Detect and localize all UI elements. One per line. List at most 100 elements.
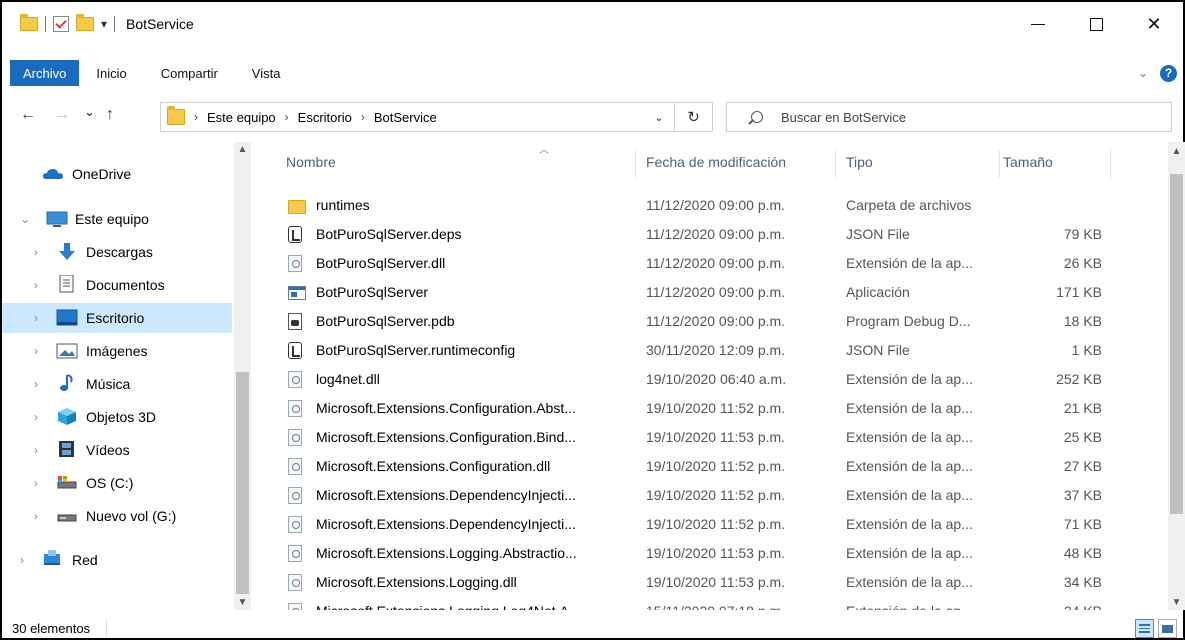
status-bar: 30 elementos — [2, 616, 1183, 640]
column-header-type[interactable]: Tipo — [846, 154, 873, 170]
file-row[interactable]: Microsoft.Extensions.Logging.Abstractio.… — [262, 540, 1168, 569]
file-row[interactable]: Microsoft.Extensions.Logging.dll 19/10/20… — [262, 569, 1168, 598]
nav-item-descargas[interactable]: › Descargas — [2, 237, 232, 267]
file-name: Microsoft.Extensions.DependencyInjecti..… — [316, 516, 576, 532]
address-bar-controls: ⌄ ↻ — [644, 103, 712, 131]
expand-chevron-icon[interactable]: › — [34, 443, 38, 457]
forward-arrow-icon[interactable]: → — [54, 106, 70, 124]
file-row[interactable]: Microsoft.Extensions.Configuration.dll 19… — [262, 453, 1168, 482]
nav-item-objetos-3d[interactable]: › Objetos 3D — [2, 402, 232, 432]
folder-icon — [288, 200, 306, 214]
refresh-icon[interactable]: ↻ — [674, 103, 712, 131]
file-date-modified: 19/10/2020 11:53 p.m. — [646, 545, 786, 561]
navigation-pane: OneDrive ⌄ Este equipo › Descargas › Doc… — [2, 142, 251, 610]
expand-chevron-icon[interactable]: › — [34, 278, 38, 292]
scrollbar-thumb[interactable] — [1170, 174, 1183, 514]
file-name: Microsoft.Extensions.Configuration.Bind.… — [316, 429, 576, 445]
details-view-button[interactable] — [1135, 619, 1154, 638]
file-size: 27 KB — [1063, 458, 1102, 474]
network-icon — [44, 550, 60, 565]
scroll-down-icon[interactable]: ▼ — [234, 597, 251, 608]
close-button[interactable]: ✕ — [1125, 2, 1183, 46]
expand-chevron-icon[interactable]: › — [34, 410, 38, 424]
search-input[interactable]: Buscar en BotService — [726, 102, 1172, 132]
file-row[interactable]: BotPuroSqlServer.runtimeconfig 30/11/2020… — [262, 337, 1168, 366]
file-list-scrollbar[interactable]: ▲ ▼ — [1168, 142, 1185, 610]
scrollbar-thumb[interactable] — [236, 372, 249, 594]
tab-vista[interactable]: Vista — [235, 60, 298, 86]
file-row[interactable]: Microsoft.Extensions.Logging.Log4Net.A..… — [262, 598, 1168, 610]
large-icons-view-button[interactable] — [1158, 619, 1177, 638]
expand-chevron-icon[interactable]: › — [34, 344, 38, 358]
expand-chevron-icon[interactable]: › — [34, 476, 38, 490]
nav-pane-scrollbar[interactable]: ▲ ▼ — [234, 142, 251, 610]
properties-icon[interactable] — [53, 16, 69, 32]
search-placeholder: Buscar en BotService — [781, 109, 907, 125]
file-row[interactable]: Microsoft.Extensions.Configuration.Bind.… — [262, 424, 1168, 453]
file-row[interactable]: BotPuroSqlServer.pdb 11/12/2020 09:00 p.m… — [262, 308, 1168, 337]
breadcrumb-escritorio[interactable]: Escritorio — [298, 110, 352, 125]
collapse-chevron-icon[interactable]: ⌄ — [20, 212, 30, 226]
details-view-icon — [1139, 624, 1150, 633]
tab-compartir[interactable]: Compartir — [144, 60, 235, 86]
file-row[interactable]: log4net.dll 19/10/2020 06:40 a.m. Extensió… — [262, 366, 1168, 395]
expand-ribbon-icon[interactable]: ⌄ — [1138, 66, 1148, 80]
expand-chevron-icon[interactable]: › — [34, 509, 38, 523]
column-header-size[interactable]: Tamaño — [1003, 154, 1053, 170]
new-folder-icon[interactable] — [76, 14, 94, 31]
file-row[interactable]: Microsoft.Extensions.Configuration.Abst.… — [262, 395, 1168, 424]
file-row[interactable]: BotPuroSqlServer.dll 11/12/2020 09:00 p.m… — [262, 250, 1168, 279]
help-icon[interactable]: ? — [1160, 64, 1177, 82]
column-divider[interactable] — [999, 150, 1000, 178]
file-row[interactable]: Microsoft.Extensions.DependencyInjecti..… — [262, 511, 1168, 540]
file-date-modified: 19/10/2020 06:40 a.m. — [646, 371, 787, 387]
address-history-dropdown-icon[interactable]: ⌄ — [644, 111, 674, 124]
file-row[interactable]: runtimes 11/12/2020 09:00 p.m. Carpeta de … — [262, 192, 1168, 221]
nav-item-imagenes[interactable]: › Imágenes — [2, 336, 232, 366]
column-divider[interactable] — [835, 150, 836, 178]
nav-item-musica[interactable]: › Música — [2, 369, 232, 399]
customize-toolbar-dropdown-icon[interactable]: ▾ — [101, 17, 107, 31]
maximize-button[interactable] — [1067, 2, 1125, 46]
nav-item-videos[interactable]: › Vídeos — [2, 435, 232, 465]
scroll-up-icon[interactable]: ▲ — [234, 144, 251, 155]
scroll-up-icon[interactable]: ▲ — [1168, 146, 1185, 157]
file-name: Microsoft.Extensions.Logging.Log4Net.A..… — [316, 603, 581, 610]
expand-chevron-icon[interactable]: › — [34, 377, 38, 391]
nav-item-documentos[interactable]: › Documentos — [2, 270, 232, 300]
nav-item-este-equipo[interactable]: ⌄ Este equipo — [2, 204, 232, 234]
file-date-modified: 19/10/2020 11:52 p.m. — [646, 516, 786, 532]
nav-item-onedrive[interactable]: OneDrive — [2, 159, 232, 189]
json-file-icon — [288, 342, 302, 359]
column-header-date[interactable]: Fecha de modificación — [646, 154, 786, 170]
recent-locations-icon[interactable]: ⌄ — [84, 104, 95, 120]
expand-chevron-icon[interactable]: › — [20, 553, 24, 567]
nav-item-nuevo-vol-g[interactable]: › Nuevo vol (G:) — [2, 501, 232, 531]
file-row[interactable]: Microsoft.Extensions.DependencyInjecti..… — [262, 482, 1168, 511]
nav-item-red[interactable]: › Red — [2, 545, 232, 575]
nav-item-label: Música — [86, 376, 131, 392]
column-divider[interactable] — [1110, 150, 1111, 178]
file-date-modified: 19/10/2020 11:53 p.m. — [646, 429, 786, 445]
file-size: 21 KB — [1063, 400, 1102, 416]
file-type: Extensión de la ap... — [846, 603, 973, 610]
file-row[interactable]: BotPuroSqlServer.deps 11/12/2020 09:00 p.… — [262, 221, 1168, 250]
expand-chevron-icon[interactable]: › — [34, 245, 38, 259]
dll-file-icon — [288, 603, 302, 610]
minimize-button[interactable] — [1009, 2, 1067, 46]
back-arrow-icon[interactable]: ← — [20, 106, 36, 124]
file-row[interactable]: BotPuroSqlServer 11/12/2020 09:00 p.m. Apl… — [262, 279, 1168, 308]
nav-item-os-c[interactable]: › OS (C:) — [2, 468, 232, 498]
tab-inicio[interactable]: Inicio — [79, 60, 143, 86]
tab-archivo[interactable]: Archivo — [10, 60, 80, 86]
up-arrow-icon[interactable]: ↑ — [106, 106, 114, 124]
expand-chevron-icon[interactable]: › — [34, 311, 38, 325]
column-divider[interactable] — [635, 150, 636, 178]
breadcrumb-botservice[interactable]: BotService — [374, 110, 437, 125]
nav-item-escritorio[interactable]: › Escritorio — [2, 303, 232, 333]
scroll-down-icon[interactable]: ▼ — [1168, 597, 1185, 608]
address-bar[interactable]: › Este equipo › Escritorio › BotService … — [160, 102, 713, 132]
breadcrumb-este-equipo[interactable]: Este equipo — [207, 110, 276, 125]
desktop-icon — [56, 309, 78, 326]
column-header-name[interactable]: Nombre — [286, 154, 336, 170]
